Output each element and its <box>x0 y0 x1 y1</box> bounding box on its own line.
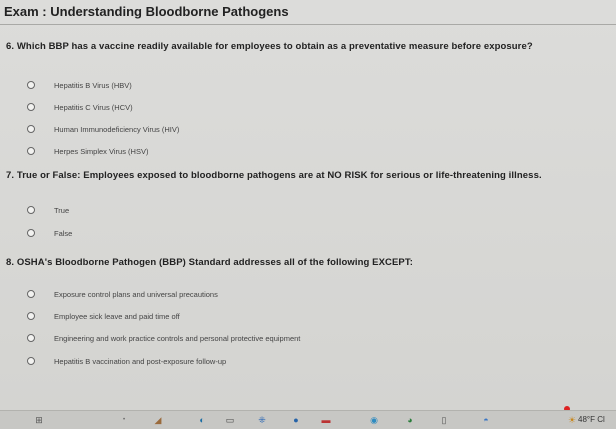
question-7-prompt: 7. True or False: Employees exposed to b… <box>6 170 542 181</box>
option-label: False <box>54 228 73 238</box>
weather-text[interactable]: 48°F Cl <box>578 415 605 424</box>
chrome-icon[interactable]: ◉ <box>368 414 380 426</box>
question-6-option-2[interactable]: Hepatitis C Virus (HCV) <box>27 100 133 114</box>
radio-button[interactable] <box>27 312 35 320</box>
page-title: Exam : Understanding Bloodborne Pathogen… <box>4 4 289 19</box>
option-label: Employee sick leave and paid time off <box>54 311 180 321</box>
option-label: True <box>54 205 70 215</box>
sun-icon: ☀ <box>567 414 577 425</box>
question-8-option-3[interactable]: Engineering and work practice controls a… <box>27 331 300 345</box>
option-label: Hepatitis B Virus (HBV) <box>54 80 132 90</box>
radio-button[interactable] <box>27 103 35 111</box>
radio-button[interactable] <box>27 147 35 155</box>
question-8-option-2[interactable]: Employee sick leave and paid time off <box>27 309 180 323</box>
radio-button[interactable] <box>27 81 35 89</box>
question-8-option-4[interactable]: Hepatitis B vaccination and post-exposur… <box>27 354 226 368</box>
option-label: Hepatitis B vaccination and post-exposur… <box>54 356 227 366</box>
option-label: Exposure control plans and universal pre… <box>54 289 218 299</box>
radio-button[interactable] <box>27 334 35 342</box>
radio-button[interactable] <box>27 229 35 237</box>
question-6-option-4[interactable]: Herpes Simplex Virus (HSV) <box>27 144 148 158</box>
teams-icon[interactable]: ● <box>290 414 302 426</box>
start-icon[interactable]: ⊞ <box>33 414 45 426</box>
option-label: Engineering and work practice controls a… <box>54 333 301 343</box>
option-label: Hepatitis C Virus (HCV) <box>54 102 133 112</box>
search-icon[interactable]: • <box>118 414 130 426</box>
question-6-prompt: 6. Which BBP has a vaccine readily avail… <box>6 41 533 52</box>
question-7-option-2[interactable]: False <box>27 226 72 240</box>
radio-button[interactable] <box>27 290 35 298</box>
question-7-option-1[interactable]: True <box>27 203 69 217</box>
radio-button[interactable] <box>27 125 35 133</box>
question-8-prompt: 8. OSHA's Bloodborne Pathogen (BBP) Stan… <box>6 257 413 268</box>
mail-icon[interactable]: ▭ <box>224 414 236 426</box>
option-label: Herpes Simplex Virus (HSV) <box>54 146 149 156</box>
widget-icon[interactable]: ◢ <box>152 414 164 426</box>
apps-icon[interactable]: ⁜ <box>256 414 268 426</box>
edge-icon[interactable]: ◐ <box>196 414 208 426</box>
question-6-option-1[interactable]: Hepatitis B Virus (HBV) <box>27 78 132 92</box>
question-6-option-3[interactable]: Human Immunodeficiency Virus (HIV) <box>27 122 179 136</box>
radio-button[interactable] <box>27 357 35 365</box>
green-app-icon[interactable]: ◕ <box>404 414 416 426</box>
news-icon[interactable]: ▬ <box>320 414 332 426</box>
radio-button[interactable] <box>27 206 35 214</box>
option-label: Human Immunodeficiency Virus (HIV) <box>54 124 180 134</box>
notes-icon[interactable]: ◓ <box>480 414 492 426</box>
exam-header: Exam : Understanding Bloodborne Pathogen… <box>0 0 616 25</box>
question-8-option-1[interactable]: Exposure control plans and universal pre… <box>27 287 218 301</box>
exam-page: Exam : Understanding Bloodborne Pathogen… <box>0 0 616 410</box>
taskbar: ⊞ • ◢ ◐ ▭ ⁜ ● ▬ ◉ ◕ ▯ ◓ ☀ 48°F Cl <box>0 410 616 429</box>
phone-icon[interactable]: ▯ <box>438 414 450 426</box>
